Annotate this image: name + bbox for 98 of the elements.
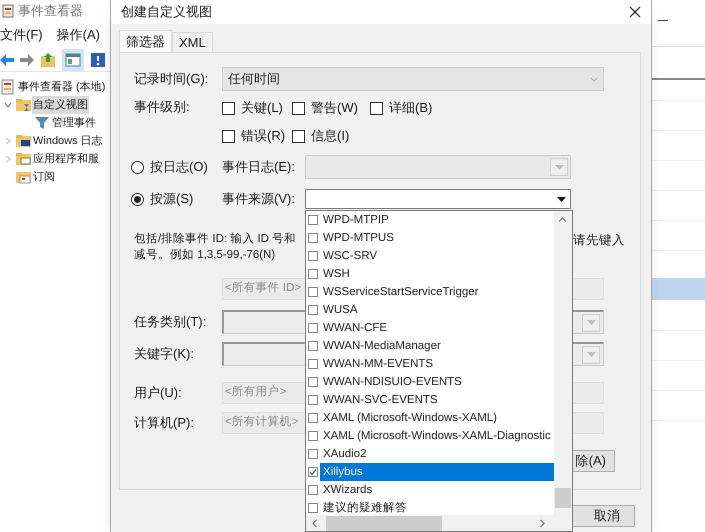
tree-item[interactable]: Windows 日志 — [32, 132, 104, 150]
list-item[interactable]: XAudio2 — [320, 445, 554, 463]
checkbox[interactable] — [308, 251, 318, 261]
checkbox[interactable] — [308, 503, 318, 513]
caret-down-icon — [586, 352, 596, 357]
tree-item[interactable]: 订阅 — [32, 168, 56, 186]
time-range-dropdown[interactable]: 任何时间 — [222, 67, 604, 91]
checkbox[interactable] — [308, 287, 318, 297]
tree-item[interactable]: 管理事件 — [51, 114, 97, 132]
field-label: 事件级别: — [134, 98, 191, 116]
checkbox[interactable] — [308, 341, 318, 351]
window-title: 事件查看器 — [18, 2, 83, 20]
folder-monitor-icon — [15, 133, 31, 149]
minimize-icon — [658, 20, 668, 22]
checkbox[interactable] — [308, 323, 318, 333]
checkbox-label: 警告(W) — [311, 99, 358, 118]
caret-down-icon — [554, 164, 564, 170]
scroll-up-icon — [558, 217, 567, 222]
list-item[interactable]: WWAN-MM-EVENTS — [320, 355, 554, 373]
list-item[interactable]: WSC-SRV — [320, 247, 554, 265]
list-item[interactable]: XAML (Microsoft-Windows-XAML) — [320, 409, 554, 427]
checkbox[interactable] — [292, 130, 305, 142]
checkbox[interactable] — [308, 485, 318, 495]
checkbox[interactable] — [308, 359, 318, 369]
source-dropdown[interactable] — [305, 189, 571, 209]
field-label: 关键字(K): — [134, 345, 195, 364]
list-item[interactable]: WWAN-NDISUIO-EVENTS — [320, 373, 554, 391]
checkbox[interactable] — [308, 377, 318, 387]
back-arrow-icon — [0, 54, 14, 66]
checkbox-label: 错误(R) — [241, 127, 286, 146]
caret-down-icon — [586, 320, 596, 325]
list-item[interactable]: WWAN-SVC-EVENTS — [320, 391, 554, 409]
checkbox[interactable] — [308, 431, 318, 441]
list-item[interactable]: WSServiceStartServiceTrigger — [320, 283, 554, 301]
checkbox[interactable] — [370, 102, 383, 114]
tree-item[interactable]: 应用程序和服 — [32, 150, 100, 168]
folder-window-icon — [15, 151, 31, 167]
tab[interactable]: XML — [172, 32, 213, 52]
checkbox[interactable] — [222, 130, 235, 142]
list-item[interactable]: WWAN-CFE — [320, 319, 554, 337]
horizontal-scrollbar[interactable] — [306, 515, 572, 531]
checkbox[interactable] — [308, 233, 318, 243]
checkbox[interactable] — [308, 413, 318, 423]
dialog-title: 创建自定义视图 — [121, 3, 212, 22]
list-item[interactable]: Xillybus — [320, 463, 554, 481]
app-icon — [2, 4, 14, 18]
panel-icon — [65, 52, 81, 66]
folder-up-icon — [40, 52, 56, 68]
panel-toggle-button[interactable] — [62, 48, 84, 70]
checkbox[interactable] — [222, 102, 235, 114]
checkbox[interactable] — [308, 467, 318, 477]
checkbox-label: 详细(B) — [389, 99, 432, 118]
menu-item[interactable]: 文件(F) — [0, 25, 43, 45]
scroll-left-icon — [312, 519, 317, 528]
vertical-scrollbar[interactable] — [554, 211, 572, 515]
tree-item[interactable]: 自定义视图 — [32, 96, 89, 114]
checkbox-label: 信息(I) — [311, 127, 350, 146]
close-icon — [629, 6, 641, 18]
field-label: 计算机(P): — [134, 414, 195, 432]
field-label: 记录时间(G): — [134, 70, 210, 88]
checkbox[interactable] — [308, 215, 318, 225]
description-text: 包括/排除事件 ID: 输入 ID 号和 减号。例如 1,3,5-99,-76(N) — [134, 232, 296, 263]
checkbox[interactable] — [308, 395, 318, 405]
menu-item[interactable]: 操作(A) — [56, 25, 100, 45]
scroll-right-icon — [540, 519, 545, 528]
list-item[interactable]: WPD-MTPUS — [320, 229, 554, 247]
list-item[interactable]: WWAN-MediaManager — [320, 337, 554, 355]
scrollbar-thumb[interactable] — [555, 488, 571, 508]
description-text: 请先键入 — [573, 232, 625, 249]
field-label: 任务类别(T): — [134, 313, 208, 332]
checkbox[interactable] — [292, 102, 305, 114]
checkmark-icon — [309, 468, 317, 476]
checkbox-label: 关键(L) — [241, 99, 283, 118]
field-label: 事件日志(E): — [222, 158, 296, 176]
event-log-icon — [0, 79, 16, 95]
row-highlight — [652, 278, 705, 300]
folder-hourglass-icon — [15, 97, 31, 113]
list-item[interactable]: 建议的疑难解答 — [320, 499, 554, 515]
chevron-down-icon — [590, 76, 598, 82]
radio-label: 按日志(O) — [150, 158, 209, 176]
checkbox[interactable] — [308, 305, 318, 315]
checkbox[interactable] — [308, 269, 318, 279]
list-item[interactable]: WPD-MTPIP — [320, 211, 554, 229]
tree-item[interactable]: 事件查看器 (本地) — [17, 78, 106, 96]
field-label: 事件来源(V): — [222, 190, 296, 208]
caret-down-icon — [556, 196, 566, 202]
list-item[interactable]: WUSA — [320, 301, 554, 319]
checkbox[interactable] — [308, 449, 318, 459]
list-item[interactable]: WSH — [320, 265, 554, 283]
list-item[interactable]: XWizards — [320, 481, 554, 499]
scrollbar-thumb[interactable] — [326, 516, 442, 531]
radio-button[interactable] — [131, 192, 144, 206]
field-label: 用户(U): — [134, 384, 183, 402]
list-item[interactable]: XAML (Microsoft-Windows-XAML-Diagnostic — [320, 427, 554, 445]
radio-label: 按源(S) — [150, 190, 194, 208]
forward-arrow-icon — [20, 54, 34, 66]
folder-document-icon — [15, 169, 31, 185]
tab[interactable]: 筛选器 — [119, 30, 172, 52]
